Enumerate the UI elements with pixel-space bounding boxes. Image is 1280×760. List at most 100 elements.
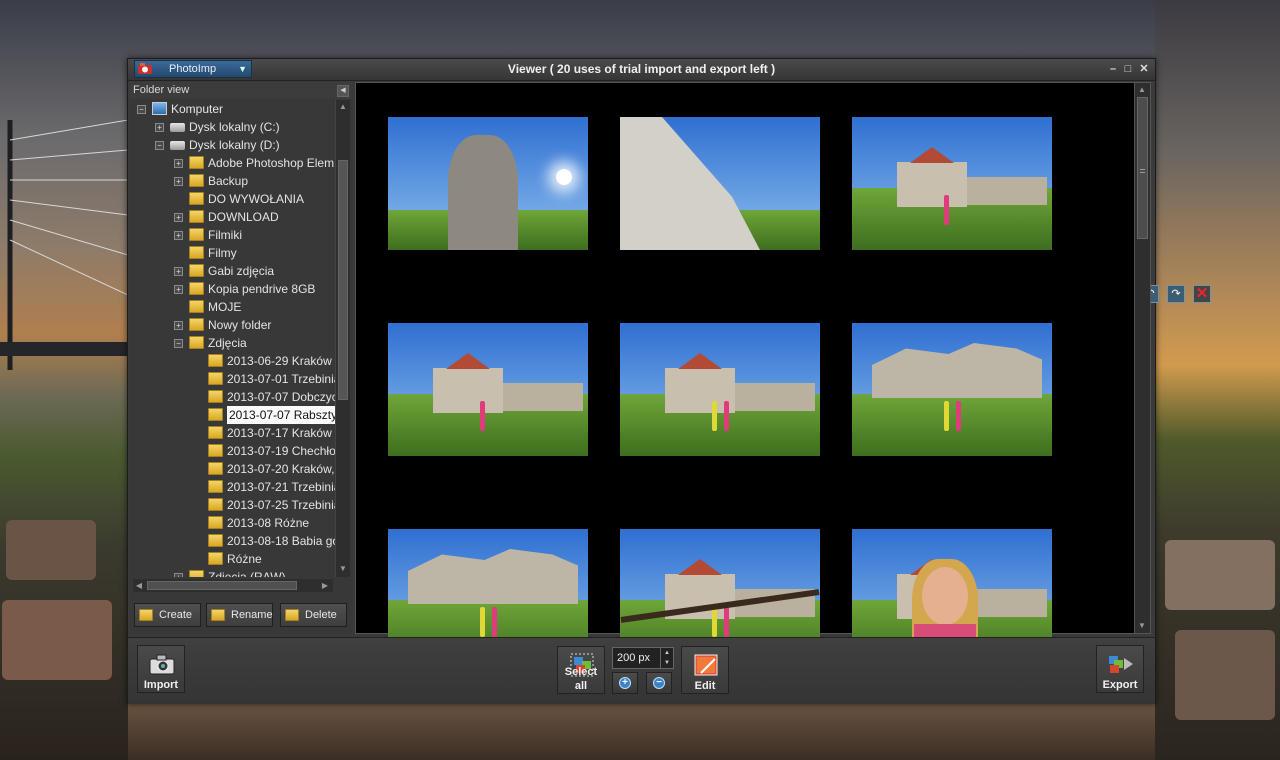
folder-tree[interactable]: − Komputer + Dysk lokalny (C:) − Dysk lokalny… — [133, 100, 335, 577]
tree-node-label: 2013-07-20 Kraków, — [227, 462, 335, 476]
expand-icon[interactable]: + — [174, 267, 183, 276]
computer-icon — [152, 102, 167, 115]
tree-node[interactable]: − Dysk lokalny (D:) — [133, 136, 335, 154]
folder-icon — [189, 282, 204, 295]
photoimp-logo-icon — [138, 63, 152, 74]
expand-icon[interactable]: + — [174, 321, 183, 330]
rotate-right-icon[interactable]: ↷ — [1167, 285, 1185, 303]
thumbnail-size-spinner[interactable]: 200 px ▲ ▼ — [612, 647, 674, 669]
minimize-button[interactable]: – — [1106, 62, 1120, 76]
tree-scroll-thumb[interactable] — [338, 160, 348, 400]
tree-node[interactable]: Filmy — [133, 244, 335, 262]
folder-icon — [208, 408, 223, 421]
tree-node[interactable]: + Zdjęcia (RAW) — [133, 568, 335, 577]
tree-node[interactable]: + DOWNLOAD — [133, 208, 335, 226]
tree-node[interactable]: − Zdjęcia — [133, 334, 335, 352]
tree-node[interactable]: + Filmiki — [133, 226, 335, 244]
desktop-rock — [1175, 630, 1275, 720]
expand-icon[interactable]: + — [174, 231, 183, 240]
folder-icon — [208, 534, 223, 547]
zoom-out-button[interactable]: − — [646, 672, 672, 694]
collapse-icon[interactable]: − — [174, 339, 183, 348]
collapse-panel-icon[interactable]: ◀ — [337, 85, 349, 97]
viewer-vertical-scrollbar[interactable]: ▲ ▼ — [1134, 82, 1151, 634]
tree-node[interactable]: + Dysk lokalny (C:) — [133, 118, 335, 136]
photo-thumbnail[interactable] — [852, 117, 1052, 250]
scroll-right-icon[interactable]: ▶ — [319, 581, 331, 590]
tree-hscroll-thumb[interactable] — [147, 581, 297, 590]
delete-folder-button[interactable]: Delete — [280, 603, 347, 627]
tree-node-label: Filmy — [208, 246, 237, 260]
tree-vertical-scrollbar[interactable]: ▲ ▼ — [335, 100, 350, 577]
collapse-icon[interactable]: − — [155, 141, 164, 150]
tree-node-label: 2013-07-25 Trzebinia — [227, 498, 335, 512]
expand-icon[interactable]: + — [155, 123, 164, 132]
spinner-arrows-icon[interactable]: ▲ ▼ — [660, 648, 673, 668]
zoom-in-button[interactable]: + — [612, 672, 638, 694]
thumbnail-viewer[interactable]: ↶ ↷ ✕ — [355, 82, 1211, 662]
tree-node[interactable]: + Nowy folder — [133, 316, 335, 334]
tree-node[interactable]: 2013-08 Różne — [133, 514, 335, 532]
expand-icon[interactable]: + — [174, 285, 183, 294]
rename-folder-button[interactable]: Rename — [206, 603, 273, 627]
photo-thumbnail[interactable] — [388, 117, 588, 250]
tree-node[interactable]: 2013-07-25 Trzebinia — [133, 496, 335, 514]
tree-node[interactable]: DO WYWOŁANIA — [133, 190, 335, 208]
scroll-down-icon[interactable]: ▼ — [337, 564, 349, 573]
export-icon — [1109, 656, 1133, 673]
tree-node[interactable]: + Gabi zdjęcia — [133, 262, 335, 280]
chevron-down-icon: ▼ — [238, 64, 247, 74]
photo-thumbnail[interactable] — [388, 323, 588, 456]
scroll-down-icon[interactable]: ▼ — [1136, 621, 1148, 630]
photo-thumbnail[interactable] — [620, 323, 820, 456]
tree-node-label: Gabi zdjęcia — [208, 264, 275, 278]
expand-icon[interactable]: + — [174, 573, 183, 577]
folder-icon — [189, 570, 204, 577]
close-button[interactable]: ✕ — [1137, 62, 1151, 76]
tree-node[interactable]: − Komputer — [133, 100, 335, 118]
expand-icon[interactable]: + — [174, 159, 183, 168]
tree-node-label: Komputer — [171, 102, 224, 116]
select-all-button[interactable]: Select all — [557, 646, 605, 694]
tree-node[interactable]: MOJE — [133, 298, 335, 316]
tree-node-label: MOJE — [208, 300, 242, 314]
tree-node[interactable]: 2013-07-21 Trzebinia — [133, 478, 335, 496]
tree-node[interactable]: 2013-07-17 Kraków — [133, 424, 335, 442]
tree-node[interactable]: 2013-07-20 Kraków, — [133, 460, 335, 478]
tree-node[interactable]: 2013-07-19 Chechło — [133, 442, 335, 460]
tree-node[interactable]: 2013-06-29 Kraków ( — [133, 352, 335, 370]
tree-node[interactable]: + Kopia pendrive 8GB — [133, 280, 335, 298]
maximize-button[interactable]: □ — [1121, 62, 1135, 76]
folder-icon — [208, 480, 223, 493]
edit-button[interactable]: Edit — [681, 646, 729, 694]
export-button[interactable]: Export — [1096, 645, 1144, 693]
tree-node-label: 2013-07-01 Trzebinia — [227, 372, 335, 386]
delete-icon[interactable]: ✕ — [1193, 285, 1211, 303]
import-button[interactable]: Import — [137, 645, 185, 693]
app-menu-button[interactable]: PhotoImp ▼ — [134, 60, 252, 78]
scroll-up-icon[interactable]: ▲ — [337, 102, 349, 111]
photo-thumbnail[interactable] — [852, 323, 1052, 456]
tree-horizontal-scrollbar[interactable]: ◀ ▶ — [133, 579, 333, 592]
title-bar[interactable]: PhotoImp ▼ Viewer ( 20 uses of trial imp… — [128, 59, 1155, 81]
delete-label: Delete — [305, 609, 337, 621]
edit-image-icon — [694, 654, 718, 676]
expand-icon[interactable]: + — [174, 177, 183, 186]
folder-icon — [189, 228, 204, 241]
expand-icon[interactable]: + — [174, 213, 183, 222]
viewer-scroll-thumb[interactable] — [1137, 97, 1148, 239]
tree-node[interactable]: + Adobe Photoshop Elem — [133, 154, 335, 172]
tree-node[interactable]: 2013-07-07 Dobczyc — [133, 388, 335, 406]
photo-thumbnail[interactable] — [620, 117, 820, 250]
tree-node[interactable]: + Backup — [133, 172, 335, 190]
scroll-left-icon[interactable]: ◀ — [133, 581, 145, 590]
tree-node[interactable]: 2013-07-01 Trzebinia — [133, 370, 335, 388]
scroll-up-icon[interactable]: ▲ — [1136, 85, 1148, 94]
drive-icon — [170, 141, 185, 150]
tree-node-label: Zdjęcia (RAW) — [208, 570, 286, 577]
tree-node[interactable]: Różne — [133, 550, 335, 568]
tree-node[interactable]: 2013-08-18 Babia gó — [133, 532, 335, 550]
tree-node[interactable]: 2013-07-07 Rabsztyn — [133, 406, 335, 424]
collapse-icon[interactable]: − — [137, 105, 146, 114]
create-folder-button[interactable]: Create — [134, 603, 201, 627]
